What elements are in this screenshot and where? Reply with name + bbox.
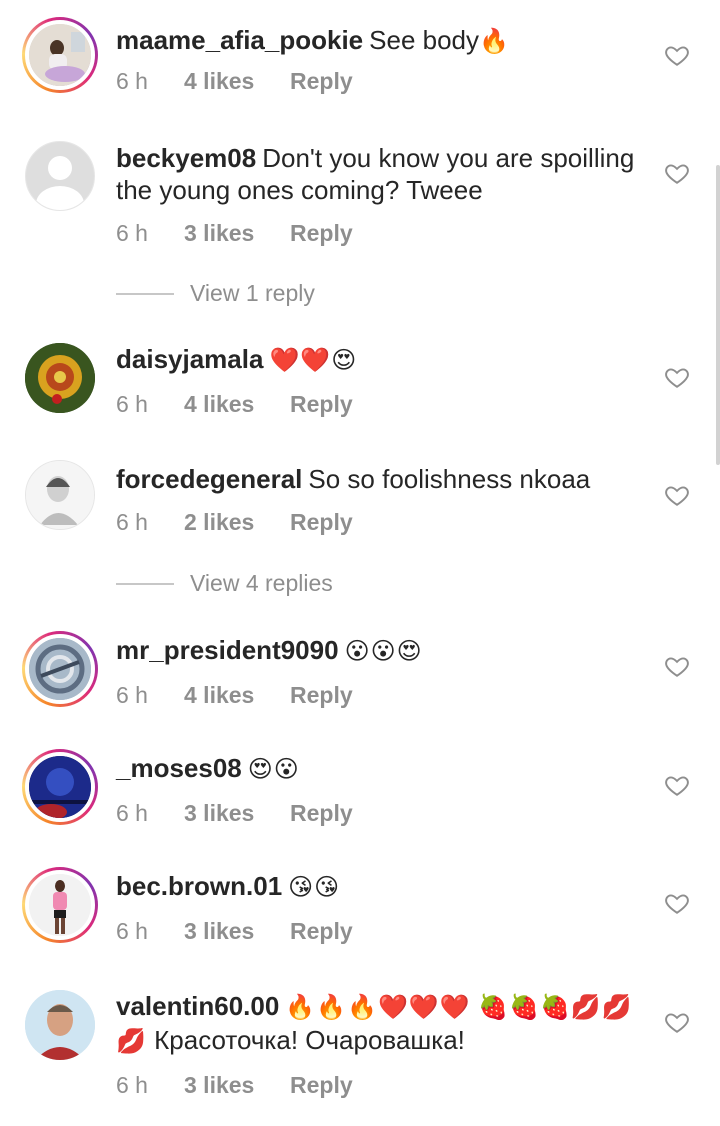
comment-likes[interactable]: 2 likes: [184, 509, 290, 536]
reply-button[interactable]: Reply: [290, 391, 353, 418]
comments-page: maame_afia_pookie See body🔥 6 h 4 likes R…: [0, 0, 720, 1126]
comment-likes[interactable]: 4 likes: [184, 682, 290, 709]
reply-button[interactable]: Reply: [290, 220, 353, 247]
divider: [116, 292, 174, 295]
view-replies-button[interactable]: View 4 replies: [116, 570, 333, 597]
comment-likes[interactable]: 4 likes: [184, 68, 290, 95]
photo-woman-sitting-icon: [29, 24, 91, 86]
reply-button[interactable]: Reply: [290, 509, 353, 536]
avatar[interactable]: [22, 631, 98, 707]
heart-outline-icon[interactable]: [664, 160, 690, 186]
avatar[interactable]: [22, 867, 98, 943]
reply-button[interactable]: Reply: [290, 918, 353, 945]
comment-likes[interactable]: 3 likes: [184, 918, 290, 945]
comment-emoji: 😮😮😍: [344, 638, 423, 665]
comment-username[interactable]: beckyem08: [116, 143, 256, 173]
comment-emoji: 😘😘: [288, 874, 341, 901]
comment-emoji: ❤️❤️😍: [269, 347, 358, 374]
comment-time: 6 h: [116, 509, 148, 535]
avatar[interactable]: [22, 340, 98, 416]
comment-time: 6 h: [116, 68, 148, 94]
comment-time: 6 h: [116, 220, 148, 246]
comment-emoji: 🔥: [479, 28, 510, 55]
avatar[interactable]: [22, 987, 98, 1063]
heart-outline-icon[interactable]: [664, 42, 690, 68]
scrollbar[interactable]: [716, 165, 720, 465]
comment-username[interactable]: forcedegeneral: [116, 464, 302, 494]
comment-time: 6 h: [116, 682, 148, 708]
comment-username[interactable]: valentin60.00: [116, 991, 279, 1021]
comment-username[interactable]: daisyjamala: [116, 344, 263, 374]
comment-text: See body: [369, 25, 480, 55]
heart-outline-icon[interactable]: [664, 1009, 690, 1035]
photo-man-portrait-icon: [25, 990, 95, 1060]
avatar[interactable]: [22, 749, 98, 825]
photo-swirl-logo-icon: [29, 638, 91, 700]
heart-outline-icon[interactable]: [664, 890, 690, 916]
comment-time: 6 h: [116, 918, 148, 944]
comment-likes[interactable]: 4 likes: [184, 391, 290, 418]
reply-button[interactable]: Reply: [290, 68, 353, 95]
heart-outline-icon[interactable]: [664, 772, 690, 798]
comment-likes[interactable]: 3 likes: [184, 800, 290, 827]
comment-username[interactable]: _moses08: [116, 753, 242, 783]
heart-outline-icon[interactable]: [664, 482, 690, 508]
photo-man-sketch-icon: [26, 461, 94, 529]
view-replies-label[interactable]: View 1 reply: [190, 280, 315, 307]
avatar[interactable]: [22, 457, 98, 533]
comment-text: Красоточка! Очаровашка!: [154, 1025, 465, 1055]
comment-time: 6 h: [116, 800, 148, 826]
avatar[interactable]: [22, 17, 98, 93]
reply-button[interactable]: Reply: [290, 1072, 353, 1099]
photo-woman-pink-icon: [29, 874, 91, 936]
comment-text: So so foolishness nkoaa: [308, 464, 591, 494]
comment-time: 6 h: [116, 391, 148, 417]
photo-flower-icon: [25, 343, 95, 413]
avatar[interactable]: [22, 138, 98, 214]
default-user-icon: [26, 142, 94, 210]
view-replies-label[interactable]: View 4 replies: [190, 570, 333, 597]
view-replies-button[interactable]: View 1 reply: [116, 280, 315, 307]
divider: [116, 582, 174, 585]
comment-username[interactable]: bec.brown.01: [116, 871, 282, 901]
comment-username[interactable]: mr_president9090: [116, 635, 339, 665]
heart-outline-icon[interactable]: [664, 364, 690, 390]
comment-username[interactable]: maame_afia_pookie: [116, 25, 363, 55]
comment-emoji: 😍😮: [247, 756, 300, 783]
comment-time: 6 h: [116, 1072, 148, 1098]
photo-blue-night-icon: [29, 756, 91, 818]
reply-button[interactable]: Reply: [290, 682, 353, 709]
reply-button[interactable]: Reply: [290, 800, 353, 827]
comment-likes[interactable]: 3 likes: [184, 1072, 290, 1099]
comment-likes[interactable]: 3 likes: [184, 220, 290, 247]
heart-outline-icon[interactable]: [664, 653, 690, 679]
